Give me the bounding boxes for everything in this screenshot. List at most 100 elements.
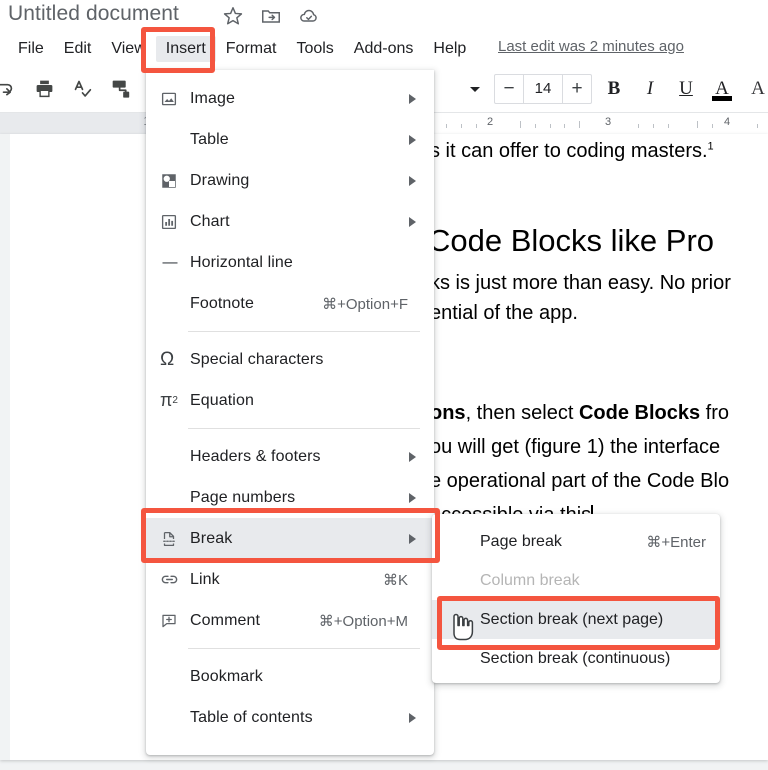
menu-item-image[interactable]: Image bbox=[146, 78, 434, 119]
submenu-arrow-icon bbox=[409, 712, 416, 723]
menu-item-label: Table bbox=[190, 130, 229, 148]
break-icon bbox=[160, 530, 190, 548]
menu-view[interactable]: View bbox=[101, 36, 155, 62]
doc-line-4-bold-b: Code Blocks bbox=[578, 402, 701, 424]
submenu-arrow-icon bbox=[409, 134, 416, 145]
menu-insert[interactable]: Insert bbox=[155, 36, 216, 62]
submenu-arrow-icon bbox=[409, 93, 416, 104]
title-bar-icons bbox=[222, 5, 320, 27]
menu-item-headers-footers[interactable]: Headers & footers bbox=[146, 436, 434, 477]
submenu-arrow-icon bbox=[409, 492, 416, 503]
menu-help[interactable]: Help bbox=[423, 36, 476, 62]
move-to-folder-icon[interactable] bbox=[260, 5, 282, 27]
cloud-saved-icon[interactable] bbox=[298, 5, 320, 27]
menu-add-ons[interactable]: Add-ons bbox=[344, 36, 424, 62]
menu-divider bbox=[188, 648, 420, 649]
ruler-left-margin[interactable]: 1 bbox=[0, 113, 156, 134]
menu-item-bookmark[interactable]: Bookmark bbox=[146, 656, 434, 697]
menu-item-label: Break bbox=[190, 529, 233, 547]
menu-item-label: Special characters bbox=[190, 350, 324, 368]
ruler-tick-label-2: 2 bbox=[486, 116, 494, 128]
spelling-check-icon[interactable] bbox=[70, 76, 94, 100]
drawing-icon bbox=[160, 172, 190, 190]
chevron-down-icon[interactable] bbox=[466, 80, 484, 98]
submenu-item-label: Section break (next page) bbox=[480, 610, 664, 628]
print-icon[interactable] bbox=[32, 76, 56, 100]
menu-item-shortcut: ⌘+Option+F bbox=[322, 295, 408, 313]
text-color-button[interactable]: A bbox=[708, 74, 736, 104]
submenu-item-section-break-continuous[interactable]: Section break (continuous) bbox=[432, 639, 720, 678]
menu-item-footnote[interactable]: Footnote ⌘+Option+F bbox=[146, 283, 434, 324]
title-bar: Untitled document bbox=[0, 0, 768, 34]
paint-format-icon[interactable] bbox=[108, 76, 132, 100]
doc-line-4-end: fro bbox=[700, 402, 730, 424]
menu-item-page-numbers[interactable]: Page numbers bbox=[146, 477, 434, 518]
doc-footnote-marker: 1 bbox=[707, 140, 714, 153]
menu-item-horizontal-line[interactable]: Horizontal line bbox=[146, 242, 434, 283]
page-left-gutter bbox=[0, 134, 10, 760]
menu-item-special-characters[interactable]: Ω Special characters bbox=[146, 339, 434, 380]
chart-icon bbox=[160, 213, 190, 231]
menu-item-label: Chart bbox=[190, 212, 230, 230]
font-size-increase-button[interactable]: + bbox=[563, 75, 591, 103]
menu-edit[interactable]: Edit bbox=[54, 36, 102, 62]
submenu-item-page-break[interactable]: Page break ⌘+Enter bbox=[432, 522, 720, 561]
last-edit-status[interactable]: Last edit was 2 minutes ago bbox=[498, 38, 684, 55]
menu-item-label: Bookmark bbox=[190, 667, 263, 685]
menu-file[interactable]: File bbox=[8, 36, 54, 62]
highlight-color-button[interactable]: A bbox=[744, 74, 768, 104]
font-size-decrease-button[interactable]: − bbox=[495, 75, 523, 103]
submenu-arrow-icon bbox=[409, 216, 416, 227]
submenu-arrow-icon bbox=[409, 533, 416, 544]
menu-item-label: Link bbox=[190, 570, 220, 588]
submenu-item-column-break: Column break bbox=[432, 561, 720, 600]
submenu-arrow-icon bbox=[409, 451, 416, 462]
menu-divider bbox=[188, 331, 420, 332]
doc-paragraph-line-5: ou will get (figure 1) the interface bbox=[430, 436, 721, 458]
menu-item-drawing[interactable]: Drawing bbox=[146, 160, 434, 201]
menu-item-label: Image bbox=[190, 89, 235, 107]
menu-item-table-of-contents[interactable]: Table of contents bbox=[146, 697, 434, 738]
submenu-item-label: Section break (continuous) bbox=[480, 649, 671, 667]
document-title[interactable]: Untitled document bbox=[8, 2, 179, 26]
menu-item-label: Comment bbox=[190, 611, 261, 629]
image-icon bbox=[160, 90, 190, 108]
menu-item-label: Drawing bbox=[190, 171, 250, 189]
doc-paragraph-line-2: ks is just more than easy. No prior bbox=[430, 272, 731, 294]
equation-icon: π2 bbox=[160, 390, 178, 410]
doc-line-4-mid: , then select bbox=[465, 402, 579, 424]
underline-button[interactable]: U bbox=[672, 74, 700, 104]
italic-button[interactable]: I bbox=[636, 74, 664, 104]
doc-paragraph-line-4: ons, then select Code Blocks fro bbox=[430, 402, 729, 425]
submenu-item-shortcut: ⌘+Enter bbox=[646, 533, 706, 551]
menu-item-equation[interactable]: π2 Equation bbox=[146, 380, 434, 421]
horizontal-line-icon bbox=[160, 254, 190, 272]
menu-item-table[interactable]: Table bbox=[146, 119, 434, 160]
omega-icon: Ω bbox=[160, 348, 175, 370]
menu-format[interactable]: Format bbox=[216, 36, 287, 62]
menu-item-link[interactable]: Link ⌘K bbox=[146, 559, 434, 600]
link-icon bbox=[160, 570, 190, 589]
menu-item-shortcut: ⌘K bbox=[382, 571, 408, 589]
doc-paragraph-line-1: s it can offer to coding masters.1 bbox=[430, 140, 714, 163]
menu-divider bbox=[188, 428, 420, 429]
menu-item-comment[interactable]: Comment ⌘+Option+M bbox=[146, 600, 434, 641]
submenu-item-label: Page break bbox=[480, 532, 562, 550]
submenu-item-section-break-next-page[interactable]: Section break (next page) bbox=[432, 600, 720, 639]
menu-tools[interactable]: Tools bbox=[286, 36, 343, 62]
bold-button[interactable]: B bbox=[600, 74, 628, 104]
menu-item-break[interactable]: Break bbox=[146, 518, 434, 559]
menu-item-label: Footnote bbox=[190, 294, 254, 312]
menu-item-label: Page numbers bbox=[190, 488, 296, 506]
font-size-value[interactable]: 14 bbox=[523, 75, 563, 103]
font-size-stepper[interactable]: − 14 + bbox=[494, 74, 592, 104]
menu-item-chart[interactable]: Chart bbox=[146, 201, 434, 242]
submenu-arrow-icon bbox=[409, 175, 416, 186]
submenu-item-label: Column break bbox=[480, 571, 580, 589]
insert-dropdown-menu: Image Table Drawing Chart Horizontal lin… bbox=[146, 70, 434, 755]
comment-icon bbox=[160, 612, 190, 630]
menu-bar: File Edit View Insert Format Tools Add-o… bbox=[0, 34, 768, 64]
redo-icon[interactable] bbox=[0, 76, 18, 100]
star-icon[interactable] bbox=[222, 5, 244, 27]
menu-item-label: Horizontal line bbox=[190, 253, 293, 271]
